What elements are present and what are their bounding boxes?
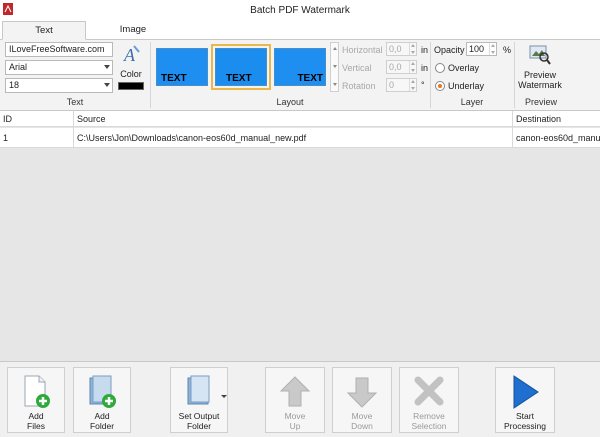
- spinner-icon[interactable]: [409, 79, 416, 91]
- rotation-label: Rotation: [342, 81, 376, 91]
- move-up-button[interactable]: Move Up: [265, 367, 325, 433]
- file-list-grid[interactable]: ID Source Destination 1 C:\Users\Jon\Dow…: [0, 111, 600, 361]
- spinner-icon[interactable]: [409, 43, 416, 55]
- opacity-value: 100: [469, 44, 485, 54]
- play-icon: [513, 375, 539, 409]
- opacity-unit: %: [503, 45, 512, 55]
- start-processing-label: Start Processing: [503, 411, 547, 431]
- tab-text-watermark[interactable]: Text Watermark: [2, 21, 86, 54]
- spinner-icon[interactable]: [409, 61, 416, 73]
- layer-group-label: Layer: [460, 97, 484, 107]
- text-group-label: Text: [66, 97, 84, 107]
- output-folder-icon: [187, 375, 210, 405]
- preview-watermark-button[interactable]: Preview Watermark: [516, 42, 564, 94]
- watermark-text-input[interactable]: ILoveFreeSoftware.com: [5, 42, 113, 57]
- arrow-down-icon: [346, 377, 378, 408]
- layout-preset-bottom-right[interactable]: TEXT: [274, 48, 326, 86]
- preset-gallery-scroll[interactable]: [330, 42, 339, 92]
- preset-text: TEXT: [161, 73, 187, 84]
- scroll-down-icon: [333, 65, 337, 68]
- row-source: C:\Users\Jon\Downloads\canon-eos60d_manu…: [77, 133, 307, 143]
- font-color-icon: A: [123, 45, 140, 65]
- chevron-down-icon: [221, 395, 227, 398]
- font-select-value: Arial: [9, 62, 28, 72]
- preview-group-label: Preview: [524, 97, 557, 107]
- move-down-button[interactable]: Move Down: [332, 367, 392, 433]
- opacity-input[interactable]: 100: [466, 42, 497, 56]
- ribbon: ILoveFreeSoftware.com Arial 18 A Color T…: [0, 40, 600, 111]
- remove-selection-label: Remove Selection: [411, 411, 447, 431]
- horizontal-value: 0,0: [389, 44, 402, 54]
- window-title: Batch PDF Watermark: [250, 5, 350, 16]
- horizontal-label: Horizontal: [342, 45, 383, 55]
- add-folder-label: Add Folder: [89, 411, 115, 431]
- vertical-input[interactable]: 0,0: [386, 60, 417, 74]
- add-file-icon: [24, 375, 50, 408]
- underlay-label: Underlay: [448, 81, 485, 91]
- overlay-radio[interactable]: [435, 63, 445, 73]
- rotation-unit: °: [421, 80, 425, 90]
- preview-label-2: Watermark: [518, 80, 562, 90]
- output-options-dropdown[interactable]: [220, 392, 228, 402]
- add-folder-button[interactable]: Add Folder: [73, 367, 131, 433]
- layout-preset-bottom-center[interactable]: TEXT: [211, 44, 271, 90]
- preview-magnifier-icon: [529, 45, 551, 65]
- layout-group-label: Layout: [276, 97, 304, 107]
- preset-text: TEXT: [297, 73, 323, 84]
- overlay-label: Overlay: [448, 63, 480, 73]
- move-down-label: Move Down: [351, 411, 373, 431]
- title-bar: Batch PDF Watermark: [0, 0, 600, 22]
- arrow-up-icon: [279, 376, 311, 407]
- horizontal-unit: in: [421, 45, 429, 55]
- ribbon-tabs: Text Watermark Image Watermark: [0, 21, 600, 54]
- column-divider: [512, 111, 513, 148]
- add-folder-icon: [89, 375, 116, 408]
- move-up-label: Move Up: [284, 411, 306, 431]
- underlay-radio[interactable]: [435, 81, 445, 91]
- tab-image-watermark[interactable]: Image Watermark: [88, 21, 178, 53]
- preset-text: TEXT: [226, 73, 252, 84]
- column-divider: [73, 111, 74, 148]
- preview-label-1: Preview: [523, 70, 556, 80]
- color-label: Color: [120, 69, 142, 79]
- rotation-input[interactable]: 0: [386, 78, 417, 92]
- table-row[interactable]: 1 C:\Users\Jon\Downloads\canon-eos60d_ma…: [0, 128, 600, 148]
- layout-preset-bottom-left[interactable]: TEXT: [156, 48, 208, 86]
- grid-header: ID Source Destination: [0, 111, 600, 127]
- remove-x-icon: [414, 376, 444, 406]
- spinner-icon[interactable]: [489, 43, 496, 55]
- font-select[interactable]: Arial: [5, 60, 113, 75]
- column-destination[interactable]: Destination: [513, 111, 600, 126]
- bottom-toolbar: Add Files Add Folder Set Output Folder Move…: [0, 361, 600, 437]
- font-size-value: 18: [9, 80, 20, 90]
- column-id[interactable]: ID: [0, 111, 73, 126]
- set-output-label: Set Output Folder: [178, 411, 220, 431]
- expand-gallery-icon: [333, 83, 337, 86]
- rotation-value: 0: [389, 80, 395, 90]
- color-swatch[interactable]: [118, 82, 144, 90]
- opacity-label: Opacity: [434, 45, 465, 55]
- vertical-label: Vertical: [342, 63, 372, 73]
- column-source[interactable]: Source: [74, 111, 512, 126]
- vertical-value: 0,0: [389, 62, 402, 72]
- start-processing-button[interactable]: Start Processing: [495, 367, 555, 433]
- add-files-label: Add Files: [27, 411, 45, 431]
- remove-selection-button[interactable]: Remove Selection: [399, 367, 459, 433]
- row-id: 1: [3, 133, 9, 143]
- chevron-down-icon: [104, 65, 110, 69]
- row-destination: canon-eos60d_manu: [516, 133, 600, 143]
- svg-text:A: A: [123, 45, 136, 65]
- chevron-down-icon: [104, 83, 110, 87]
- add-files-button[interactable]: Add Files: [7, 367, 65, 433]
- vertical-unit: in: [421, 63, 429, 73]
- horizontal-input[interactable]: 0,0: [386, 42, 417, 56]
- font-size-select[interactable]: 18: [5, 78, 113, 93]
- scroll-up-icon: [333, 47, 337, 50]
